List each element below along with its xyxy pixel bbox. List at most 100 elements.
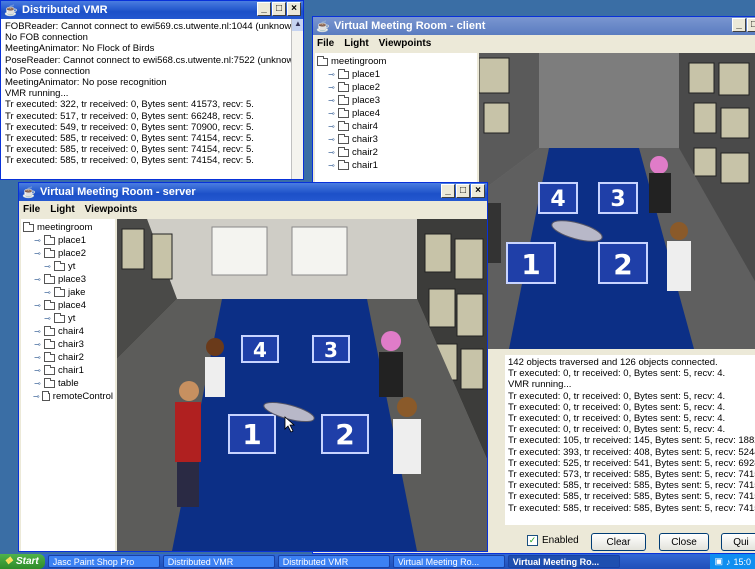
distributed-vmr-titlebar[interactable]: ☕ Distributed VMR _ □ × xyxy=(1,1,303,19)
maximize-button[interactable]: □ xyxy=(747,18,755,32)
server-scene-tree[interactable]: meetingroom ⊸ place1 ⊸ place2 ⊸ yt ⊸ place3 ⊸ jake… xyxy=(21,219,115,551)
minimize-button[interactable]: _ xyxy=(257,2,271,16)
tree-node[interactable]: ⊸ chair2 xyxy=(317,146,475,159)
log-scrollbar[interactable]: ▲ xyxy=(291,19,303,179)
tree-node[interactable]: ⊸ chair3 xyxy=(317,133,475,146)
tree-node[interactable]: ⊸ yt xyxy=(23,260,113,273)
close-button[interactable]: × xyxy=(287,2,301,16)
menu-viewpoints[interactable]: Viewpoints xyxy=(379,38,432,49)
tree-node-label: place1 xyxy=(352,69,380,80)
menu-light[interactable]: Light xyxy=(344,38,368,49)
tree-node-label: place4 xyxy=(58,300,86,311)
maximize-button[interactable]: □ xyxy=(272,2,286,16)
start-button[interactable]: ❖ Start xyxy=(0,554,45,569)
menu-file[interactable]: File xyxy=(23,204,40,215)
tree-handle-icon[interactable]: ⊸ xyxy=(33,340,42,349)
minimize-button[interactable]: _ xyxy=(732,18,746,32)
task-distributed-vmr-2[interactable]: Distributed VMR xyxy=(277,555,390,568)
window-title: Distributed VMR xyxy=(22,4,108,16)
tree-node[interactable]: ⊸ place1 xyxy=(317,68,475,81)
tree-node[interactable]: meetingroom xyxy=(23,221,113,234)
svg-text:1: 1 xyxy=(521,248,540,281)
tree-handle-icon[interactable]: ⊸ xyxy=(33,366,42,375)
client-scene-tree[interactable]: meetingroom ⊸ place1 ⊸ place2 ⊸ place3 ⊸ place4 ⊸… xyxy=(315,53,477,193)
tree-node[interactable]: ⊸ place3 xyxy=(23,273,113,286)
tree-node[interactable]: ⊸ place4 xyxy=(317,107,475,120)
console-line: Tr executed: 585, tr received: 585, Byte… xyxy=(508,480,755,492)
tree-handle-icon[interactable]: ⊸ xyxy=(33,379,42,388)
menu-viewpoints[interactable]: Viewpoints xyxy=(85,204,138,215)
tree-handle-icon[interactable]: ⊸ xyxy=(327,96,336,105)
tree-handle-icon[interactable]: ⊸ xyxy=(33,249,42,258)
tree-node[interactable]: ⊸ jake xyxy=(23,286,113,299)
client-titlebar[interactable]: ☕ Virtual Meeting Room - client _ □ xyxy=(313,17,755,35)
tree-handle-icon[interactable]: ⊸ xyxy=(43,262,52,271)
tree-handle-icon[interactable]: ⊸ xyxy=(43,288,52,297)
tree-node[interactable]: meetingroom xyxy=(317,55,475,68)
tree-handle-icon[interactable]: ⊸ xyxy=(327,135,336,144)
server-3d-view[interactable]: 4 3 1 2 xyxy=(117,219,487,551)
tree-node-label: place4 xyxy=(352,108,380,119)
tree-node[interactable]: ⊸ place2 xyxy=(23,247,113,260)
tray-network-icon[interactable]: ▣ xyxy=(714,556,723,567)
tree-node[interactable]: ⊸ remoteControl xyxy=(23,390,113,403)
task-distributed-vmr-1[interactable]: Distributed VMR xyxy=(162,555,275,568)
tree-node[interactable]: ⊸ table xyxy=(23,377,113,390)
tree-node[interactable]: ⊸ chair4 xyxy=(23,325,113,338)
tree-node[interactable]: ⊸ place2 xyxy=(317,81,475,94)
quit-button[interactable]: Qui xyxy=(721,533,755,551)
tree-handle-icon[interactable]: ⊸ xyxy=(33,301,42,310)
task-vmr-client[interactable]: Virtual Meeting Ro... xyxy=(392,555,505,568)
tree-node[interactable]: ⊸ place1 xyxy=(23,234,113,247)
maximize-button[interactable]: □ xyxy=(456,184,470,198)
minimize-button[interactable]: _ xyxy=(441,184,455,198)
tree-node-label: chair3 xyxy=(58,339,84,350)
tree-handle-icon[interactable]: ⊸ xyxy=(33,327,42,336)
folder-icon xyxy=(317,55,328,66)
tree-handle-icon[interactable]: ⊸ xyxy=(327,83,336,92)
tree-node[interactable]: ⊸ place4 xyxy=(23,299,113,312)
svg-text:2: 2 xyxy=(335,418,354,451)
tree-node-label: meetingroom xyxy=(37,222,93,233)
folder-icon xyxy=(338,107,349,118)
tree-handle-icon[interactable]: ⊸ xyxy=(33,392,40,401)
distributed-log-area[interactable]: FOBReader: Cannot connect to ewi569.cs.u… xyxy=(1,19,291,179)
task-vmr-server[interactable]: Virtual Meeting Ro... xyxy=(507,555,620,568)
tree-node[interactable]: ⊸ chair4 xyxy=(317,120,475,133)
tree-node-label: yt xyxy=(68,261,76,272)
task-paint-shop[interactable]: Jasc Paint Shop Pro xyxy=(47,555,160,568)
menu-light[interactable]: Light xyxy=(50,204,74,215)
tree-handle-icon[interactable]: ⊸ xyxy=(33,275,42,284)
folder-icon xyxy=(338,133,349,144)
tree-handle-icon[interactable]: ⊸ xyxy=(33,236,42,245)
enabled-checkbox[interactable]: ✓ xyxy=(527,535,538,546)
client-3d-view[interactable]: 4 3 1 2 xyxy=(479,53,755,349)
tree-node[interactable]: ⊸ chair2 xyxy=(23,351,113,364)
tree-handle-icon[interactable]: ⊸ xyxy=(327,109,336,118)
folder-icon xyxy=(54,312,65,323)
tree-handle-icon[interactable]: ⊸ xyxy=(33,353,42,362)
tree-node[interactable]: ⊸ chair1 xyxy=(23,364,113,377)
tree-node-label: chair4 xyxy=(58,326,84,337)
scroll-up-arrow[interactable]: ▲ xyxy=(292,19,303,31)
tree-node-label: place1 xyxy=(58,235,86,246)
tree-node[interactable]: ⊸ place3 xyxy=(317,94,475,107)
tree-handle-icon[interactable]: ⊸ xyxy=(327,122,336,131)
client-console[interactable]: 142 objects traversed and 126 objects co… xyxy=(505,355,755,525)
tree-handle-icon[interactable]: ⊸ xyxy=(43,314,52,323)
tree-node[interactable]: ⊸ chair1 xyxy=(317,159,475,172)
clear-button[interactable]: Clear xyxy=(591,533,646,551)
server-titlebar[interactable]: ☕ Virtual Meeting Room - server _ □ × xyxy=(19,183,487,201)
tree-node[interactable]: ⊸ chair3 xyxy=(23,338,113,351)
tree-handle-icon[interactable]: ⊸ xyxy=(327,161,336,170)
tree-handle-icon[interactable]: ⊸ xyxy=(327,70,336,79)
tray-volume-icon[interactable]: ♪ xyxy=(726,557,731,567)
tree-node[interactable]: ⊸ yt xyxy=(23,312,113,325)
menu-file[interactable]: File xyxy=(317,38,334,49)
windows-logo-icon: ❖ xyxy=(4,556,13,567)
tree-handle-icon[interactable]: ⊸ xyxy=(327,148,336,157)
tree-node-label: chair4 xyxy=(352,121,378,132)
java-icon: ☕ xyxy=(4,4,18,17)
close-console-button[interactable]: Close xyxy=(659,533,709,551)
close-button[interactable]: × xyxy=(471,184,485,198)
